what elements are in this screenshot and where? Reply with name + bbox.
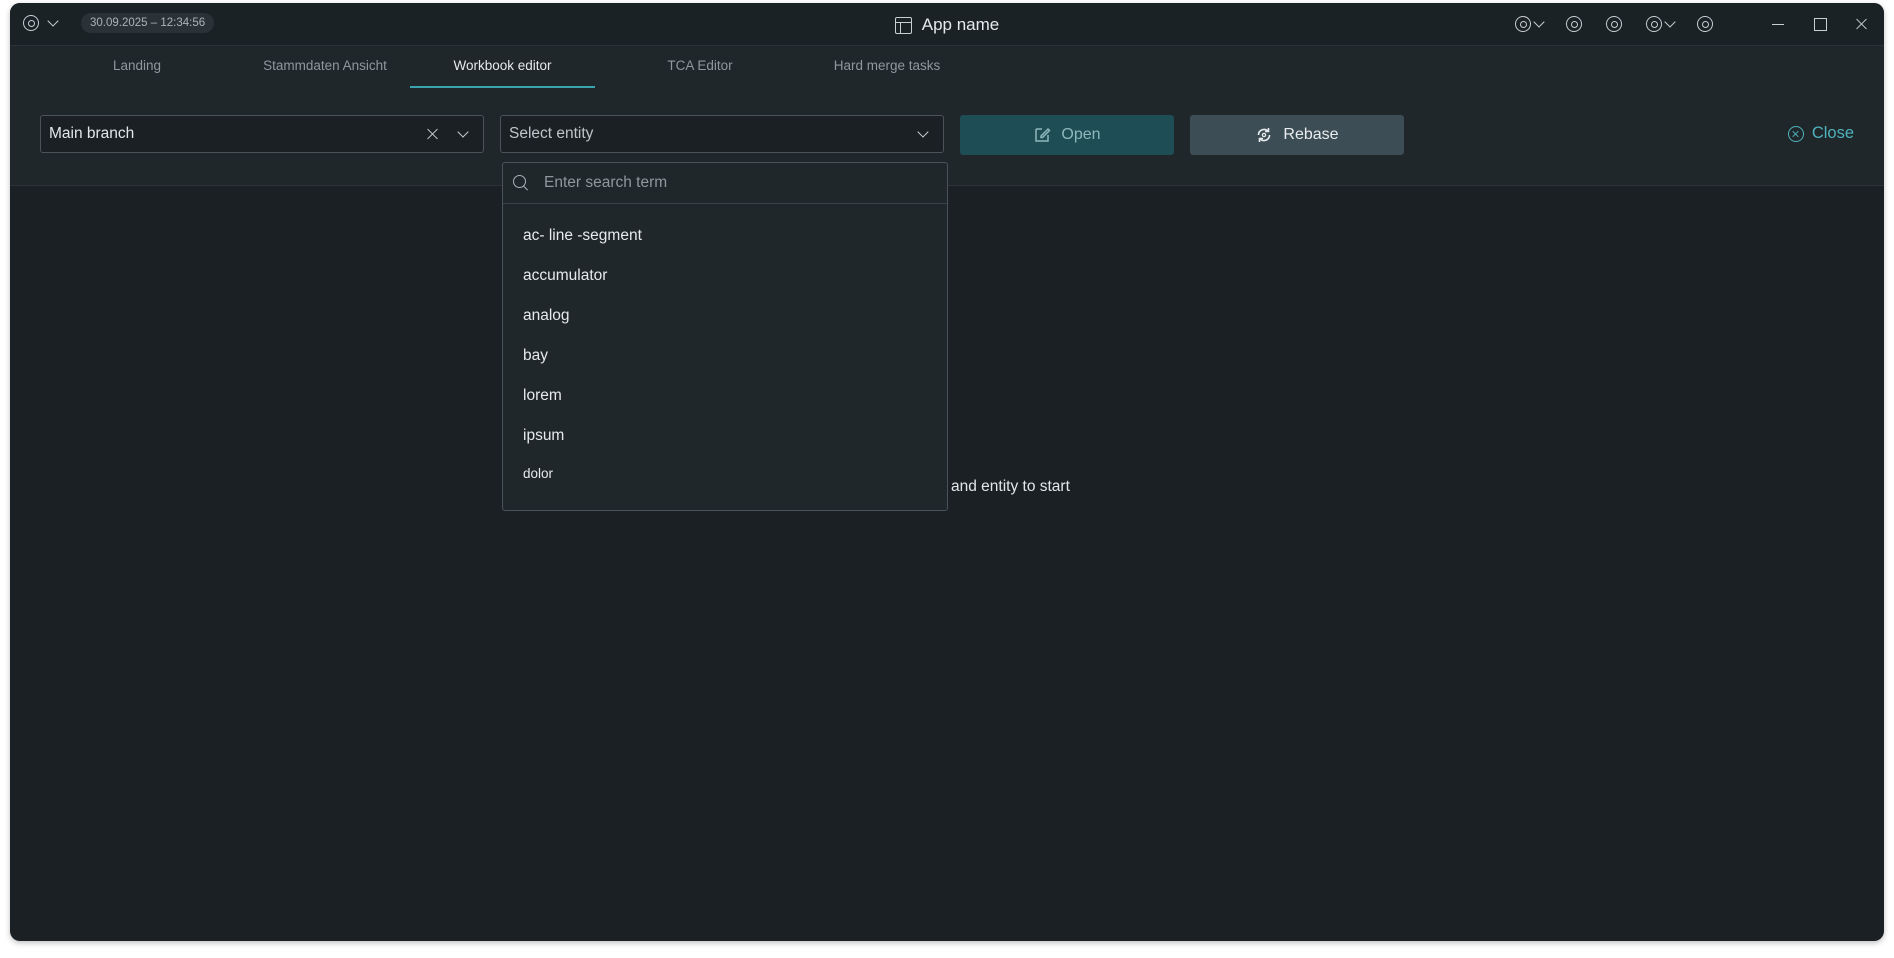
tab-landing[interactable]: Landing [72,46,202,86]
close-circle-icon [1787,125,1804,142]
chevron-down-icon [1533,16,1545,28]
close-button[interactable]: Close [1787,124,1854,143]
table-icon [894,16,912,34]
search-icon [513,174,530,192]
entity-option[interactable]: dolor [503,456,947,492]
edit-icon [1035,127,1051,142]
clear-icon[interactable] [425,126,441,142]
entity-dropdown-panel: ac- line -segment accumulator analog bay… [502,162,948,511]
title-bar-right [1514,3,1884,45]
tab-workbook-editor[interactable]: Workbook editor [410,46,595,88]
toolbar-dropdown-1[interactable] [1514,15,1545,33]
entity-option[interactable]: analog [503,296,947,336]
title-bar: 30.09.2025 – 12:34:56 App name [10,3,1884,46]
chevron-down-icon[interactable] [457,125,469,138]
entity-option[interactable]: ac- line -segment [503,216,947,256]
entity-options-list: ac- line -segment accumulator analog bay… [503,204,947,492]
target-icon [1645,15,1663,33]
branch-select[interactable]: Main branch [40,115,484,153]
maximize-icon[interactable] [1812,16,1828,32]
tab-bar: Landing Stammdaten Ansicht Workbook edit… [10,46,1884,88]
refresh-icon [1258,128,1271,142]
close-button-label: Close [1811,124,1854,142]
app-window: 30.09.2025 – 12:34:56 App name Landing S… [10,3,1884,941]
empty-state-hint: and entity to start [951,478,1070,495]
entity-option[interactable]: accumulator [503,256,947,296]
tab-stammdaten-ansicht[interactable]: Stammdaten Ansicht [245,46,405,86]
minimize-icon[interactable] [1770,16,1786,32]
dropdown-search-row [503,163,947,204]
tab-tca-editor[interactable]: TCA Editor [635,46,765,86]
branch-select-value: Main branch [49,125,135,142]
open-button[interactable]: Open [960,115,1174,155]
rebase-button[interactable]: Rebase [1190,115,1404,155]
entity-option[interactable]: ipsum [503,416,947,456]
target-icon[interactable] [1605,15,1623,33]
close-window-icon[interactable] [1854,16,1870,32]
toolbar-dropdown-2[interactable] [1645,15,1676,33]
target-icon[interactable] [1696,15,1714,33]
tab-hard-merge-tasks[interactable]: Hard merge tasks [812,46,962,86]
chevron-down-icon [1664,16,1676,28]
entity-option[interactable]: lorem [503,376,947,416]
entity-option[interactable]: bay [503,336,947,376]
chevron-down-icon[interactable] [917,125,929,138]
app-name: App name [921,15,1000,34]
entity-select[interactable]: Select entity [500,115,944,153]
rebase-button-label: Rebase [1283,126,1339,143]
target-icon [1514,15,1532,33]
open-button-label: Open [1061,126,1101,143]
entity-select-placeholder: Select entity [509,125,594,142]
entity-search-input[interactable] [542,173,947,193]
target-icon[interactable] [1565,15,1583,33]
